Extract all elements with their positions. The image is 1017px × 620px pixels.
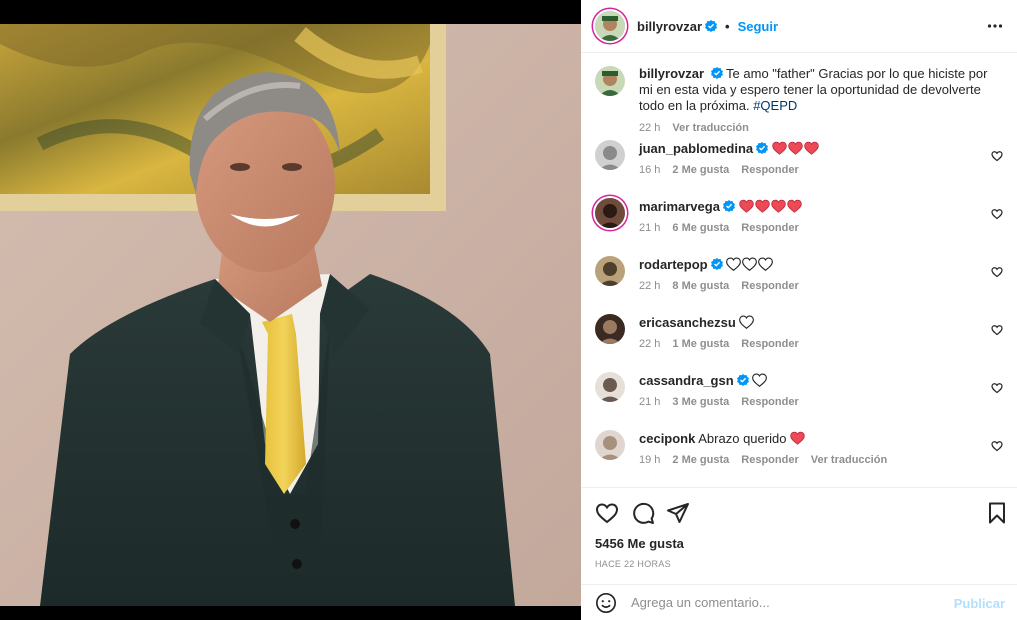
comment-emoji [738, 199, 803, 214]
comment-row: ceciponk Abrazo querido 19 h 2 Me gusta Re… [595, 430, 1005, 474]
side-panel: billyrovzar • Seguir billyrovzar Te amo … [581, 0, 1017, 620]
commenter-avatar[interactable] [595, 198, 625, 228]
white-heart-icon [758, 257, 774, 271]
comment-row: juan_pablomedina 16 h 2 Me gusta Responder [595, 140, 1005, 184]
reply-button[interactable]: Responder [741, 454, 798, 466]
more-horizontal-icon[interactable] [987, 18, 1003, 34]
comment-likes[interactable]: 2 Me gusta [672, 164, 729, 176]
caption-hashtag[interactable]: #QEPD [753, 98, 797, 113]
red-heart-icon [772, 141, 787, 155]
commenter-avatar[interactable] [595, 256, 625, 286]
commenter-username[interactable]: rodartepop [639, 257, 708, 272]
verified-badge-icon [756, 142, 769, 154]
red-heart-icon [786, 199, 802, 213]
comment-row: marimarvega 21 h 6 Me gusta Responder [595, 198, 1005, 242]
verified-badge-icon [710, 258, 723, 270]
white-heart-icon [726, 257, 742, 271]
comment-row: cassandra_gsn 21 h 3 Me gusta Responder [595, 372, 1005, 416]
author-username[interactable]: billyrovzar [637, 19, 702, 34]
commenter-username[interactable]: ericasanchezsu [639, 315, 736, 330]
heart-outline-icon[interactable] [991, 208, 1003, 220]
post-photo[interactable] [0, 24, 581, 606]
commenter-avatar[interactable] [595, 372, 625, 402]
post-timestamp: HACE 22 HORAS [595, 559, 671, 569]
publish-button[interactable]: Publicar [954, 596, 1005, 611]
heart-outline-icon[interactable] [991, 150, 1003, 162]
comment-likes[interactable]: 8 Me gusta [672, 280, 729, 292]
verified-badge-icon [736, 374, 749, 386]
reply-button[interactable]: Responder [741, 280, 798, 292]
heart-outline-icon[interactable] [595, 501, 619, 525]
heart-outline-icon[interactable] [991, 266, 1003, 278]
commenter-avatar[interactable] [595, 314, 625, 344]
comment-likes[interactable]: 1 Me gusta [672, 338, 729, 350]
comments-list[interactable]: billyrovzar Te amo "father" Gracias por … [581, 54, 1017, 486]
commenter-avatar[interactable] [595, 430, 625, 460]
comment-composer: Publicar [581, 584, 1017, 620]
red-heart-icon [804, 141, 819, 155]
header-separator: • [725, 18, 730, 34]
media-pane [0, 0, 581, 620]
caption-translate-link[interactable]: Ver traducción [672, 120, 748, 136]
comment-emoji [790, 431, 806, 446]
verified-badge-icon [722, 200, 735, 212]
comment-emoji [739, 315, 755, 330]
red-heart-icon [770, 199, 786, 213]
caption-time: 22 h [639, 122, 661, 134]
white-heart-icon [742, 257, 758, 271]
action-bar [581, 487, 1017, 537]
reply-button[interactable]: Responder [741, 164, 798, 176]
commenter-username[interactable]: juan_pablomedina [639, 141, 753, 156]
comment-emoji [726, 257, 774, 272]
commenter-avatar[interactable] [595, 140, 625, 170]
comment-likes[interactable]: 6 Me gusta [672, 222, 729, 234]
comment-row: rodartepop 22 h 8 Me gusta Responder [595, 256, 1005, 300]
reply-button[interactable]: Responder [741, 396, 798, 408]
heart-outline-icon[interactable] [991, 382, 1003, 394]
paper-plane-icon[interactable] [666, 501, 690, 525]
comment-likes[interactable]: 2 Me gusta [672, 454, 729, 466]
heart-outline-icon[interactable] [991, 324, 1003, 336]
comment-row: ericasanchezsu 22 h 1 Me gusta Responder [595, 314, 1005, 358]
follow-button[interactable]: Seguir [738, 19, 778, 34]
white-heart-icon [752, 373, 768, 387]
comment-likes[interactable]: 3 Me gusta [672, 396, 729, 408]
author-avatar[interactable] [595, 11, 625, 41]
reply-button[interactable]: Responder [741, 222, 798, 234]
comment-time: 16 h [639, 164, 661, 176]
reply-button[interactable]: Responder [741, 338, 798, 350]
post-header: billyrovzar • Seguir [581, 0, 1017, 53]
comment-input[interactable] [631, 595, 941, 610]
comment-emoji [752, 373, 768, 388]
comment-text: Abrazo querido [698, 431, 787, 446]
heart-outline-icon[interactable] [991, 440, 1003, 452]
verified-badge-icon [710, 67, 723, 79]
red-heart-icon [788, 141, 803, 155]
red-heart-icon [790, 431, 805, 445]
verified-badge-icon [705, 20, 718, 32]
red-heart-icon [738, 199, 754, 213]
red-heart-icon [754, 199, 770, 213]
comment-time: 19 h [639, 454, 661, 466]
comment-time: 21 h [639, 222, 661, 234]
bookmark-icon[interactable] [985, 501, 1009, 525]
translate-link[interactable]: Ver traducción [811, 454, 887, 466]
likes-count[interactable]: 5456 Me gusta [595, 536, 684, 551]
commenter-username[interactable]: cassandra_gsn [639, 373, 734, 388]
smiley-face-icon[interactable] [595, 592, 617, 614]
caption-username[interactable]: billyrovzar [639, 66, 704, 81]
commenter-username[interactable]: marimarvega [639, 199, 720, 214]
comment-time: 22 h [639, 338, 661, 350]
post-dialog: billyrovzar • Seguir billyrovzar Te amo … [0, 0, 1017, 620]
comment-time: 21 h [639, 396, 661, 408]
comment-bubble-icon[interactable] [631, 501, 655, 525]
white-heart-icon [739, 315, 755, 329]
comment-emoji [772, 141, 820, 156]
commenter-username[interactable]: ceciponk [639, 431, 695, 446]
caption-avatar[interactable] [595, 66, 625, 96]
comment-time: 22 h [639, 280, 661, 292]
post-caption: billyrovzar Te amo "father" Gracias por … [595, 66, 1005, 136]
